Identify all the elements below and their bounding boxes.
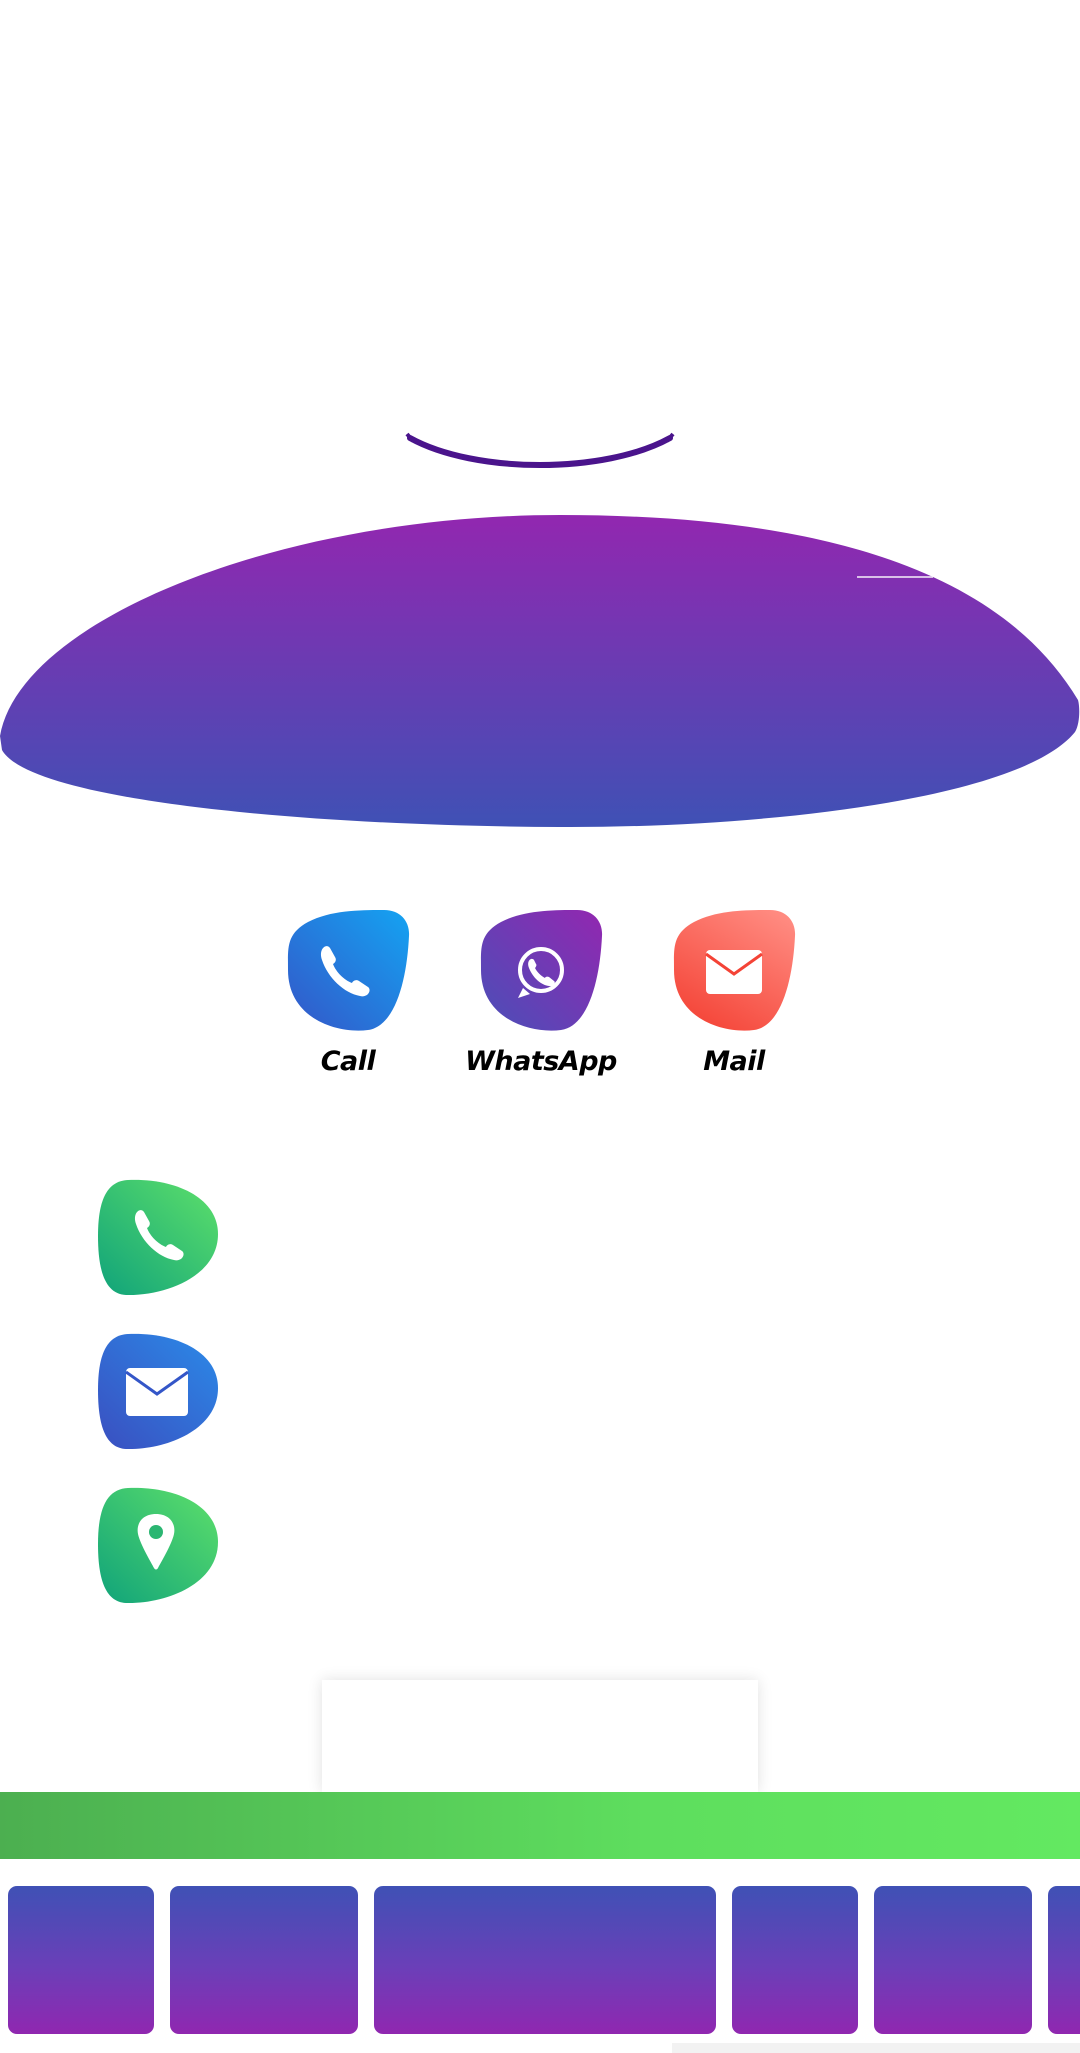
bottom-tile-2[interactable]	[170, 1886, 358, 2034]
bottom-tile-4[interactable]	[732, 1886, 858, 2034]
mail-button[interactable]: Mail	[664, 908, 804, 1077]
decorative-arc	[405, 432, 675, 468]
phone-icon	[98, 1179, 218, 1296]
call-button[interactable]: Call	[278, 908, 418, 1077]
email-icon	[98, 1333, 218, 1450]
hero-banner	[0, 515, 1080, 828]
bottom-tile-6[interactable]	[1048, 1886, 1080, 2034]
call-label: Call	[320, 1046, 376, 1077]
bottom-tile-5[interactable]	[874, 1886, 1032, 2034]
location-pin-icon	[98, 1487, 218, 1604]
mail-label: Mail	[703, 1046, 765, 1077]
bottom-tile-3[interactable]	[374, 1886, 716, 2034]
green-banner-bar	[0, 1792, 1080, 1859]
phone-icon	[287, 910, 410, 1031]
content-card	[322, 1680, 758, 1792]
whatsapp-label: WhatsApp	[465, 1046, 617, 1077]
hero-divider-line	[857, 576, 933, 578]
whatsapp-button[interactable]: WhatsApp	[465, 908, 617, 1077]
mail-icon	[673, 910, 796, 1031]
bottom-strip	[672, 2043, 1080, 2053]
whatsapp-icon	[480, 910, 603, 1031]
bottom-tile-1[interactable]	[8, 1886, 154, 2034]
